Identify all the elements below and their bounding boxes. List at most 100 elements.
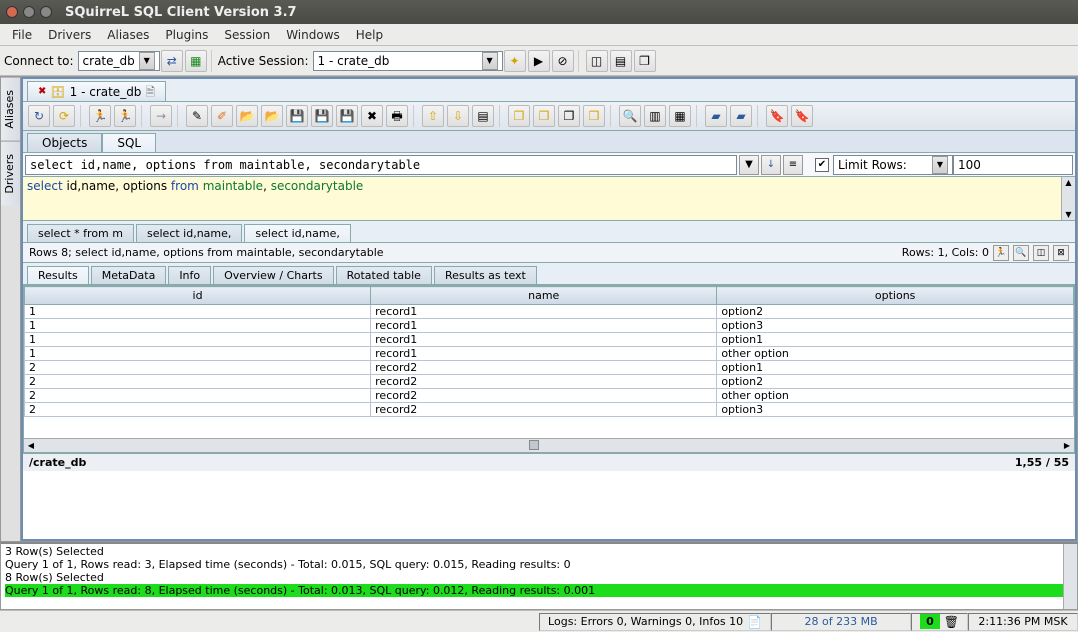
table-cell[interactable]: option1 xyxy=(717,361,1074,375)
session-go-button[interactable]: ✦ xyxy=(504,50,526,72)
menu-help[interactable]: Help xyxy=(348,26,391,44)
sql-editor[interactable]: select id,name, options from maintable, … xyxy=(23,177,1075,221)
table-cell[interactable]: option2 xyxy=(717,375,1074,389)
table-row[interactable]: 2record2option3 xyxy=(25,403,1074,417)
table-cell[interactable]: option3 xyxy=(717,403,1074,417)
copy-html-button[interactable]: ❐ xyxy=(533,105,555,127)
rerun-icon[interactable]: 🏃 xyxy=(993,245,1009,261)
window-close-icon[interactable] xyxy=(6,6,18,18)
table-cell[interactable]: record2 xyxy=(371,403,717,417)
table-cell[interactable]: record1 xyxy=(371,333,717,347)
menu-drivers[interactable]: Drivers xyxy=(40,26,99,44)
session-tab[interactable]: ✖ 🗄 1 - crate_db 🗎 xyxy=(27,81,166,101)
chevron-down-icon[interactable]: ▼ xyxy=(932,156,948,174)
prev-sql-button[interactable]: ⇧ xyxy=(422,105,444,127)
table-cell[interactable]: 1 xyxy=(25,333,371,347)
status-logs[interactable]: Logs: Errors 0, Warnings 0, Infos 10 📄 xyxy=(539,613,771,631)
cut-button[interactable]: ❐ xyxy=(583,105,605,127)
table-cell[interactable]: record2 xyxy=(371,389,717,403)
col-id[interactable]: id xyxy=(25,287,371,305)
results-tab-info[interactable]: Info xyxy=(168,266,211,284)
table-cell[interactable]: 2 xyxy=(25,389,371,403)
side-tab-drivers[interactable]: Drivers xyxy=(1,141,20,206)
menu-file[interactable]: File xyxy=(4,26,40,44)
history-tab[interactable]: select id,name, xyxy=(244,224,350,242)
connect-button[interactable]: ⇄ xyxy=(161,50,183,72)
window-minimize-icon[interactable] xyxy=(23,6,35,18)
table-cell[interactable]: 2 xyxy=(25,403,371,417)
results-tab-rotated[interactable]: Rotated table xyxy=(336,266,432,284)
new-sql-button[interactable]: ✎ xyxy=(186,105,208,127)
new-session-button[interactable]: ▦ xyxy=(185,50,207,72)
find-columns-button[interactable]: ▥ xyxy=(644,105,666,127)
detach-icon[interactable]: ◫ xyxy=(1033,245,1049,261)
print-button[interactable]: 🖶 xyxy=(386,105,408,127)
save-all-button[interactable]: 💾 xyxy=(336,105,358,127)
reconnect-button[interactable]: ⟳ xyxy=(53,105,75,127)
edit-button[interactable]: ✐ xyxy=(211,105,233,127)
tab-objects[interactable]: Objects xyxy=(27,133,102,152)
results-tab-overview[interactable]: Overview / Charts xyxy=(213,266,333,284)
run-all-button[interactable]: 🏃 xyxy=(114,105,136,127)
connect-alias-combo[interactable]: crate_db ▼ xyxy=(78,51,160,71)
table-row[interactable]: 1record1other option xyxy=(25,347,1074,361)
list-icon[interactable]: ≡ xyxy=(783,155,803,175)
results-table[interactable]: id name options 1record1option21record1o… xyxy=(24,286,1074,417)
table-cell[interactable]: 1 xyxy=(25,305,371,319)
table-cell[interactable]: option2 xyxy=(717,305,1074,319)
menu-plugins[interactable]: Plugins xyxy=(157,26,216,44)
graph-button[interactable]: ▰ xyxy=(705,105,727,127)
scroll-up-icon[interactable]: ▲ xyxy=(1064,177,1072,188)
limit-value-input[interactable] xyxy=(953,155,1073,175)
graph2-button[interactable]: ▰ xyxy=(730,105,752,127)
table-cell[interactable]: record1 xyxy=(371,347,717,361)
table-row[interactable]: 1record1option1 xyxy=(25,333,1074,347)
scroll-thumb[interactable] xyxy=(529,440,539,450)
editor-scrollbar[interactable]: ▲ ▼ xyxy=(1061,177,1075,220)
open-button[interactable]: 📂 xyxy=(236,105,258,127)
open-append-button[interactable]: 📂 xyxy=(261,105,283,127)
table-cell[interactable]: other option xyxy=(717,389,1074,403)
results-tab-results[interactable]: Results xyxy=(27,266,89,284)
chevron-down-icon[interactable]: ▼ xyxy=(139,52,155,70)
table-row[interactable]: 2record2option1 xyxy=(25,361,1074,375)
arrow-down-icon[interactable]: ↓ xyxy=(761,155,781,175)
table-cell[interactable]: record2 xyxy=(371,375,717,389)
status-gc[interactable]: 0 🗑 xyxy=(911,613,968,631)
log-scrollbar[interactable] xyxy=(1063,544,1077,609)
table-cell[interactable]: other option xyxy=(717,347,1074,361)
cascade-button[interactable]: ❐ xyxy=(634,50,656,72)
tab-sql[interactable]: SQL xyxy=(102,133,156,152)
results-tab-text[interactable]: Results as text xyxy=(434,266,537,284)
col-name[interactable]: name xyxy=(371,287,717,305)
table-row[interactable]: 1record1option2 xyxy=(25,305,1074,319)
commit-button[interactable]: → xyxy=(150,105,172,127)
history-button[interactable]: ▤ xyxy=(472,105,494,127)
scroll-left-icon[interactable]: ◀ xyxy=(24,441,38,450)
session-stop-button[interactable]: ⊘ xyxy=(552,50,574,72)
save-as-button[interactable]: 💾 xyxy=(311,105,333,127)
table-row[interactable]: 2record2other option xyxy=(25,389,1074,403)
run-button[interactable]: 🏃 xyxy=(89,105,111,127)
find-icon[interactable]: 🔍 xyxy=(1013,245,1029,261)
table-cell[interactable]: record2 xyxy=(371,361,717,375)
table-cell[interactable]: 1 xyxy=(25,347,371,361)
table-cell[interactable]: record1 xyxy=(371,319,717,333)
find-button[interactable]: 🔍 xyxy=(619,105,641,127)
paste-button[interactable]: ❐ xyxy=(558,105,580,127)
menu-aliases[interactable]: Aliases xyxy=(99,26,157,44)
save-button[interactable]: 💾 xyxy=(286,105,308,127)
session-run-button[interactable]: ▶ xyxy=(528,50,550,72)
results-tab-metadata[interactable]: MetaData xyxy=(91,266,167,284)
close-file-button[interactable]: ✖ xyxy=(361,105,383,127)
tile-button[interactable]: ▤ xyxy=(610,50,632,72)
history-tab[interactable]: select id,name, xyxy=(136,224,242,242)
new-window-button[interactable]: ◫ xyxy=(586,50,608,72)
table-cell[interactable]: option1 xyxy=(717,333,1074,347)
table-cell[interactable]: 2 xyxy=(25,375,371,389)
menu-session[interactable]: Session xyxy=(216,26,278,44)
sql-combo-input[interactable] xyxy=(25,155,737,175)
close-icon[interactable]: ✖ xyxy=(38,86,46,97)
side-tab-aliases[interactable]: Aliases xyxy=(1,77,20,141)
chevron-down-icon[interactable]: ▼ xyxy=(739,155,759,175)
